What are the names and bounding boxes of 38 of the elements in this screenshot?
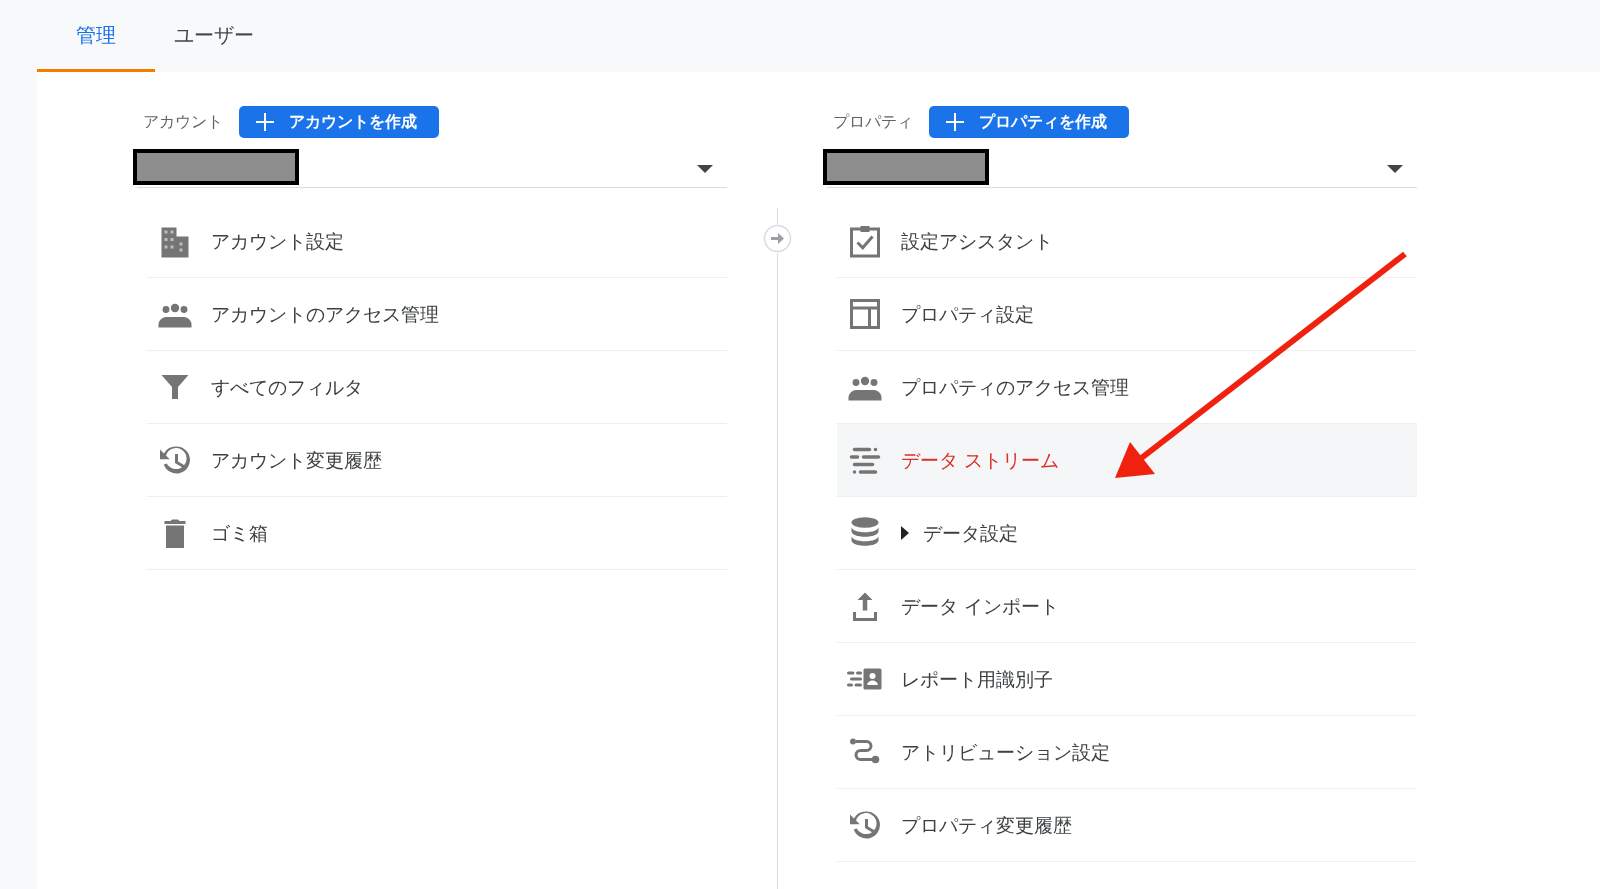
menu-item[interactable]: データ ストリーム bbox=[837, 424, 1417, 497]
menu-item[interactable]: アカウントのアクセス管理 bbox=[147, 278, 727, 351]
menu-item[interactable]: アカウント設定 bbox=[147, 205, 727, 278]
menu-item-label: データ ストリーム bbox=[901, 447, 1060, 473]
menu-item[interactable]: データ設定 bbox=[837, 497, 1417, 570]
menu-item[interactable]: 設定アシスタント bbox=[837, 205, 1417, 278]
menu-item[interactable]: アトリビューション設定 bbox=[837, 716, 1417, 789]
tab[interactable]: ユーザー bbox=[155, 0, 273, 72]
menu-item-label: プロパティ設定 bbox=[901, 301, 1034, 327]
menu-item-label: アトリビューション設定 bbox=[901, 739, 1110, 765]
menu-item-label: レポート用識別子 bbox=[901, 666, 1053, 692]
menu-item[interactable]: ゴミ箱 bbox=[147, 497, 727, 570]
plus-icon bbox=[255, 112, 275, 132]
menu-item-label: アカウント変更履歴 bbox=[211, 447, 382, 473]
menu-item-label: データ設定 bbox=[923, 520, 1018, 546]
menu-item[interactable]: プロパティ変更履歴 bbox=[837, 789, 1417, 862]
menu-item[interactable]: アカウント変更履歴 bbox=[147, 424, 727, 497]
menu-item-label: すべてのフィルタ bbox=[211, 374, 363, 400]
menu-item[interactable]: プロパティ設定 bbox=[837, 278, 1417, 351]
menu-item-label: プロパティ変更履歴 bbox=[901, 812, 1072, 838]
menu-item-label: アカウントのアクセス管理 bbox=[211, 301, 439, 327]
clipboard-check-icon bbox=[847, 223, 883, 259]
menu-item-label: アカウント設定 bbox=[211, 228, 344, 254]
menu-item[interactable]: すべてのフィルタ bbox=[147, 351, 727, 424]
layout-icon bbox=[847, 296, 883, 332]
section-label: アカウント bbox=[143, 111, 223, 133]
create-button[interactable]: プロパティを作成 bbox=[929, 106, 1129, 138]
plus-icon bbox=[945, 112, 965, 132]
menu-item-label: 設定アシスタント bbox=[901, 228, 1053, 254]
menu-item-label: データ インポート bbox=[901, 593, 1060, 619]
menu-item[interactable]: レポート用識別子 bbox=[837, 643, 1417, 716]
dropdown-caret-icon bbox=[697, 165, 713, 173]
menu-item[interactable]: データ インポート bbox=[837, 570, 1417, 643]
menu-item-label: ゴミ箱 bbox=[211, 520, 268, 546]
menu-item-label: プロパティのアクセス管理 bbox=[901, 374, 1129, 400]
create-button[interactable]: アカウントを作成 bbox=[239, 106, 439, 138]
section-label: プロパティ bbox=[833, 111, 913, 133]
dropdown-caret-icon bbox=[1387, 165, 1403, 173]
